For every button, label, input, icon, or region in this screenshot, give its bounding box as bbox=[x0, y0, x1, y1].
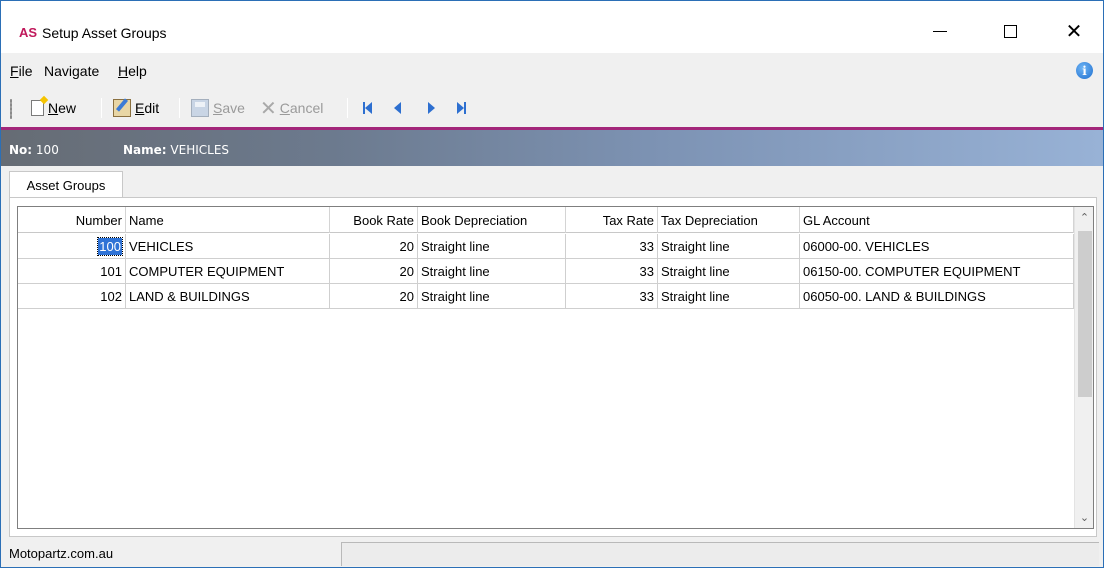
table-row[interactable]: 102 LAND & BUILDINGS 20 Straight line 33… bbox=[18, 284, 1074, 309]
save-icon bbox=[191, 99, 209, 117]
column-header-tax-depreciation[interactable]: Tax Depreciation bbox=[658, 207, 800, 233]
cell-name[interactable]: VEHICLES bbox=[126, 234, 330, 258]
cancel-button[interactable]: ✕ Cancel bbox=[260, 97, 323, 119]
column-header-name[interactable]: Name bbox=[126, 207, 330, 233]
maximize-icon bbox=[1003, 24, 1017, 38]
grid-header: Number Name Book Rate Book Depreciation … bbox=[18, 207, 1074, 233]
close-button[interactable]: ✕ bbox=[1051, 15, 1097, 47]
save-button[interactable]: Save bbox=[191, 97, 245, 119]
cell-number[interactable]: 102 bbox=[18, 284, 126, 308]
last-record-button[interactable] bbox=[451, 98, 471, 118]
record-number: No: 100 bbox=[9, 143, 59, 157]
record-number-label: No: bbox=[9, 143, 33, 157]
toolbar-separator bbox=[347, 98, 348, 118]
cell-book-rate[interactable]: 20 bbox=[330, 284, 418, 308]
cell-book-rate[interactable]: 20 bbox=[330, 259, 418, 283]
first-record-icon bbox=[362, 102, 372, 114]
status-panel bbox=[341, 542, 1099, 566]
edit-button-label: dit bbox=[144, 100, 160, 116]
table-row[interactable]: 100 VEHICLES 20 Straight line 33 Straigh… bbox=[18, 234, 1074, 259]
last-record-icon bbox=[456, 102, 466, 114]
record-name-value: VEHICLES bbox=[170, 143, 230, 157]
cell-gl-account[interactable]: 06050-00. LAND & BUILDINGS bbox=[800, 284, 1074, 308]
column-header-book-rate[interactable]: Book Rate bbox=[330, 207, 418, 233]
scrollbar-thumb[interactable] bbox=[1078, 231, 1092, 397]
setup-asset-groups-window: AS Setup Asset Groups ✕ File Navigate He… bbox=[0, 0, 1104, 568]
cell-name[interactable]: LAND & BUILDINGS bbox=[126, 284, 330, 308]
edit-button-accel: E bbox=[135, 100, 145, 116]
menu-navigate-label: Navigate bbox=[44, 63, 100, 79]
cell-tax-rate[interactable]: 33 bbox=[566, 284, 658, 308]
record-number-value: 100 bbox=[35, 143, 59, 157]
menu-file-accel: F bbox=[10, 63, 19, 79]
save-button-accel: S bbox=[213, 100, 223, 116]
title-bar: AS Setup Asset Groups ✕ bbox=[1, 1, 1103, 53]
vertical-scrollbar[interactable]: ⌃ ⌄ bbox=[1074, 207, 1093, 528]
app-logo: AS bbox=[19, 25, 38, 40]
edit-icon bbox=[113, 99, 131, 117]
new-document-icon bbox=[31, 100, 44, 116]
column-header-gl-account[interactable]: GL Account bbox=[800, 207, 1074, 233]
cell-number[interactable]: 100 bbox=[18, 234, 126, 258]
cancel-button-accel: C bbox=[279, 100, 290, 116]
cell-tax-rate[interactable]: 33 bbox=[566, 259, 658, 283]
menu-file-label: ile bbox=[18, 63, 33, 79]
menu-help-label: elp bbox=[128, 63, 147, 79]
next-record-button[interactable] bbox=[421, 98, 441, 118]
cancel-button-label: ancel bbox=[289, 100, 324, 116]
cell-tax-rate[interactable]: 33 bbox=[566, 234, 658, 258]
cell-tax-depreciation[interactable]: Straight line bbox=[658, 284, 800, 308]
toolbar-separator bbox=[101, 98, 102, 118]
record-header: No: 100 Name: VEHICLES bbox=[1, 130, 1103, 166]
record-name: Name: VEHICLES bbox=[123, 143, 229, 157]
record-name-label: Name: bbox=[123, 143, 167, 157]
menu-navigate[interactable]: Navigate bbox=[44, 63, 99, 79]
cell-book-depreciation[interactable]: Straight line bbox=[418, 234, 566, 258]
save-button-label: ave bbox=[222, 100, 245, 116]
cell-gl-account[interactable]: 06150-00. COMPUTER EQUIPMENT bbox=[800, 259, 1074, 283]
table-row[interactable]: 101 COMPUTER EQUIPMENT 20 Straight line … bbox=[18, 259, 1074, 284]
menu-bar: File Navigate Help i bbox=[1, 54, 1103, 88]
new-button-label: ew bbox=[58, 100, 77, 116]
minimize-button[interactable] bbox=[917, 15, 963, 47]
close-icon: ✕ bbox=[1065, 19, 1083, 43]
cell-number[interactable]: 101 bbox=[18, 259, 126, 283]
tab-asset-groups[interactable]: Asset Groups bbox=[9, 171, 123, 198]
info-icon[interactable]: i bbox=[1076, 62, 1093, 79]
column-header-number[interactable]: Number bbox=[18, 207, 126, 233]
menu-file[interactable]: File bbox=[10, 63, 33, 79]
cell-book-rate[interactable]: 20 bbox=[330, 234, 418, 258]
first-record-button[interactable] bbox=[357, 98, 377, 118]
toolbar: New Edit Save ✕ Cancel bbox=[1, 89, 1103, 127]
menu-help-accel: H bbox=[118, 63, 129, 79]
status-company: Motopartz.com.au bbox=[9, 546, 114, 561]
maximize-button[interactable] bbox=[987, 15, 1033, 47]
toolbar-separator bbox=[179, 98, 180, 118]
cell-number-text: 100 bbox=[97, 236, 123, 256]
menu-help[interactable]: Help bbox=[118, 63, 147, 79]
cell-book-depreciation[interactable]: Straight line bbox=[418, 259, 566, 283]
column-header-book-depreciation[interactable]: Book Depreciation bbox=[418, 207, 566, 233]
status-bar: Motopartz.com.au bbox=[1, 539, 1103, 567]
column-header-tax-rate[interactable]: Tax Rate bbox=[566, 207, 658, 233]
cell-tax-depreciation[interactable]: Straight line bbox=[658, 234, 800, 258]
cell-tax-depreciation[interactable]: Straight line bbox=[658, 259, 800, 283]
scroll-up-icon[interactable]: ⌃ bbox=[1075, 207, 1094, 227]
cancel-icon: ✕ bbox=[260, 96, 277, 120]
tab-strip: Asset Groups bbox=[1, 166, 1103, 198]
toolbar-grip-icon[interactable] bbox=[10, 99, 12, 119]
asset-groups-grid[interactable]: Number Name Book Rate Book Depreciation … bbox=[17, 206, 1094, 529]
previous-record-icon bbox=[393, 102, 401, 114]
window-title: Setup Asset Groups bbox=[42, 25, 167, 41]
new-button-accel: N bbox=[48, 100, 59, 116]
next-record-icon bbox=[427, 102, 435, 114]
cell-gl-account[interactable]: 06000-00. VEHICLES bbox=[800, 234, 1074, 258]
previous-record-button[interactable] bbox=[387, 98, 407, 118]
minimize-icon bbox=[933, 30, 947, 32]
cell-book-depreciation[interactable]: Straight line bbox=[418, 284, 566, 308]
new-button[interactable]: New bbox=[31, 97, 76, 119]
edit-button[interactable]: Edit bbox=[113, 97, 159, 119]
cell-name[interactable]: COMPUTER EQUIPMENT bbox=[126, 259, 330, 283]
scroll-down-icon[interactable]: ⌄ bbox=[1075, 507, 1094, 527]
